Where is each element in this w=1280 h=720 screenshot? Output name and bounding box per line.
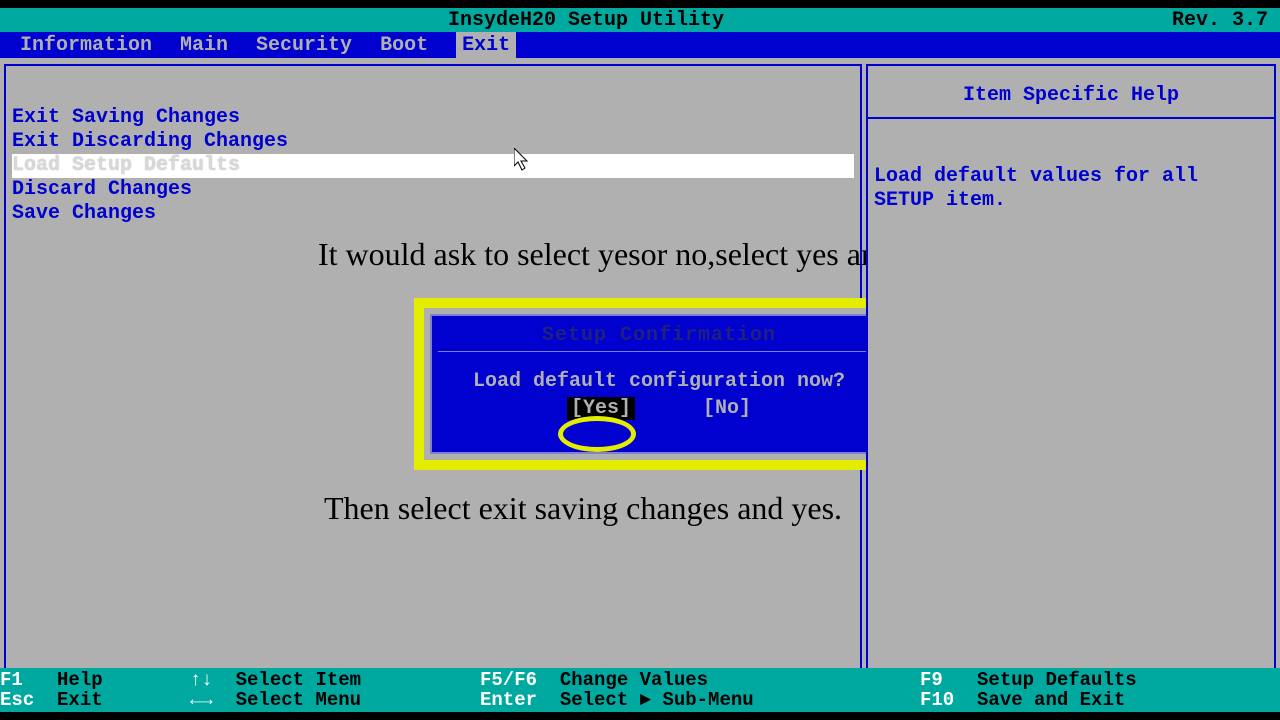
footer-label-select-menu: Select Menu xyxy=(236,689,361,711)
tab-main[interactable]: Main xyxy=(180,34,228,57)
footer-label-change-values: Change Values xyxy=(560,669,708,691)
tab-information[interactable]: Information xyxy=(20,34,152,57)
footer-key-f5f6: F5/F6 xyxy=(480,669,537,691)
footer-key-leftright: ←→ xyxy=(190,689,213,711)
tab-boot[interactable]: Boot xyxy=(380,34,428,57)
dialog-title: Setup Confirmation xyxy=(432,316,886,351)
menu-item-load-defaults[interactable]: Load Setup Defaults xyxy=(12,154,854,178)
footer-key-updown: ↑↓ xyxy=(190,669,213,691)
menu-item-exit-discarding[interactable]: Exit Discarding Changes xyxy=(12,130,854,154)
dialog-no-button[interactable]: [No] xyxy=(703,397,751,420)
dialog-question: Load default configuration now? xyxy=(432,352,886,397)
footer-label-select-item: Select Item xyxy=(236,669,361,691)
app-title: InsydeH20 Setup Utility xyxy=(0,9,1172,32)
help-panel: Item Specific Help Load default values f… xyxy=(866,64,1276,670)
footer-label-setup-defaults: Setup Defaults xyxy=(977,669,1137,691)
revision-label: Rev. 3.7 xyxy=(1172,9,1280,32)
menu-bar: Information Main Security Boot Exit xyxy=(0,32,1280,58)
title-bar: InsydeH20 Setup Utility Rev. 3.7 xyxy=(0,8,1280,32)
footer-label-exit: Exit xyxy=(57,689,103,711)
footer-key-f9: F9 xyxy=(920,669,943,691)
footer-label-select-submenu: Select ► Sub-Menu xyxy=(560,689,754,711)
menu-item-discard-changes[interactable]: Discard Changes xyxy=(12,178,854,202)
help-panel-body: Load default values for all SETUP item. xyxy=(868,119,1274,213)
footer-label-help: Help xyxy=(57,669,103,691)
dialog-buttons: [Yes] [No] xyxy=(432,397,886,428)
footer-help-bar: F1 Help ↑↓ Select Item F5/F6 Change Valu… xyxy=(0,668,1280,712)
work-area: Exit Saving Changes Exit Discarding Chan… xyxy=(0,58,1280,676)
footer-key-enter: Enter xyxy=(480,689,537,711)
dialog-yes-button[interactable]: [Yes] xyxy=(567,397,635,420)
footer-label-save-exit: Save and Exit xyxy=(977,689,1125,711)
footer-key-f10: F10 xyxy=(920,689,954,711)
footer-key-f1: F1 xyxy=(0,669,23,691)
menu-item-exit-saving[interactable]: Exit Saving Changes xyxy=(12,106,854,130)
main-panel: Exit Saving Changes Exit Discarding Chan… xyxy=(4,64,862,670)
tab-security[interactable]: Security xyxy=(256,34,352,57)
letterbox-bottom xyxy=(0,712,1280,720)
menu-item-save-changes[interactable]: Save Changes xyxy=(12,202,854,226)
tab-exit[interactable]: Exit xyxy=(456,32,516,59)
letterbox-top xyxy=(0,0,1280,8)
dialog-highlight-box: Setup Confirmation Load default configur… xyxy=(414,298,904,470)
help-panel-title: Item Specific Help xyxy=(868,66,1274,119)
exit-menu-list: Exit Saving Changes Exit Discarding Chan… xyxy=(6,66,860,226)
footer-key-esc: Esc xyxy=(0,689,34,711)
confirmation-dialog: Setup Confirmation Load default configur… xyxy=(430,314,888,454)
